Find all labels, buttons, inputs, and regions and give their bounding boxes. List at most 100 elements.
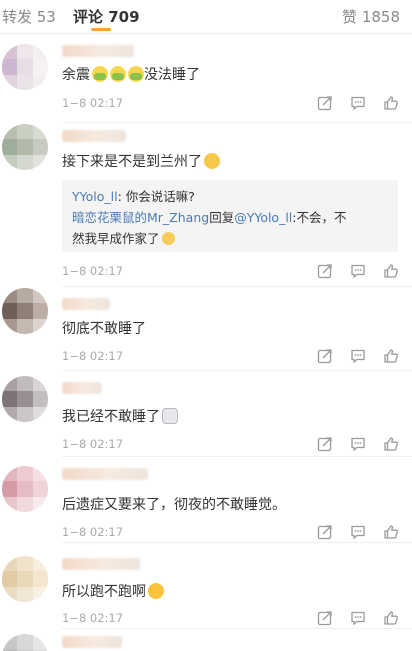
- avatar-pixel: [2, 496, 18, 512]
- comment-time: 1−8 02:17: [62, 525, 124, 539]
- share-icon[interactable]: [317, 348, 333, 364]
- comment-time: 1−8 02:17: [62, 96, 124, 110]
- blurred-username[interactable]: [62, 558, 140, 570]
- sick-face-icon: [92, 66, 108, 82]
- avatar-pixel: [2, 303, 18, 319]
- share-icon[interactable]: [317, 610, 333, 626]
- comment-item: [0, 630, 412, 651]
- blurred-username[interactable]: [62, 382, 102, 394]
- blurred-username[interactable]: [62, 45, 134, 57]
- avatar[interactable]: [2, 466, 48, 512]
- blurred-username[interactable]: [62, 298, 110, 310]
- blurred-username[interactable]: [62, 130, 126, 142]
- avatar-pixel: [32, 391, 48, 407]
- avatar-pixel: [2, 466, 18, 482]
- avatar-pixel: [2, 391, 18, 407]
- avatar-pixel: [17, 74, 33, 90]
- reply-icon[interactable]: [350, 263, 366, 279]
- avatar-pixel: [32, 139, 48, 155]
- comment-item: 后遗症又要来了，彻夜的不敢睡觉。 1−8 02:17: [0, 458, 412, 544]
- avatar[interactable]: [2, 634, 48, 651]
- comment-text: 彻底不敢睡了: [62, 321, 146, 337]
- avatar-pixel: [2, 124, 18, 140]
- like-icon[interactable]: [383, 95, 399, 111]
- sick-face-icon: [110, 66, 126, 82]
- laughing-face-icon: [148, 583, 164, 599]
- like-icon[interactable]: [383, 348, 399, 364]
- comment-time: 1−8 02:17: [62, 611, 124, 625]
- avatar-pixel: [17, 124, 33, 140]
- avatar-pixel: [32, 571, 48, 587]
- reply-line-1: YYolo_ll: 你会说话嘛?: [72, 189, 195, 204]
- comment-actions-row: 1−8 02:17: [0, 262, 412, 288]
- like-icon[interactable]: [383, 524, 399, 540]
- share-icon[interactable]: [317, 524, 333, 540]
- quoted-reply-box[interactable]: YYolo_ll: 你会说话嘛? 暗恋花栗鼠的Mr_Zhang回复@YYolo_…: [62, 180, 398, 252]
- avatar-pixel: [17, 481, 33, 497]
- avatar-pixel: [2, 556, 18, 572]
- avatar-pixel: [32, 59, 48, 75]
- share-icon[interactable]: [317, 436, 333, 452]
- reply-icon[interactable]: [350, 436, 366, 452]
- avatar-pixel: [17, 139, 33, 155]
- avatar[interactable]: [2, 44, 48, 90]
- comment-text: 后遗症又要来了，彻夜的不敢睡觉。: [62, 497, 286, 513]
- blush-face-icon: [161, 232, 175, 245]
- avatar-pixel: [17, 288, 33, 304]
- comment-divider: [62, 542, 412, 543]
- avatar-pixel: [17, 556, 33, 572]
- comment-item: 我已经不敢睡了 1−8 02:17: [0, 372, 412, 458]
- reply-line-2: 暗恋花栗鼠的Mr_Zhang回复@YYolo_ll:不会，不: [72, 210, 347, 225]
- comment-divider: [62, 370, 412, 371]
- comment-divider: [62, 286, 412, 287]
- avatar[interactable]: [2, 376, 48, 422]
- comment-time: 1−8 02:17: [62, 264, 124, 278]
- avatar-pixel: [17, 496, 33, 512]
- avatar-pixel: [17, 376, 33, 392]
- avatar-pixel: [17, 466, 33, 482]
- reply-icon[interactable]: [350, 95, 366, 111]
- reply-user-link[interactable]: 暗恋花栗鼠的Mr_Zhang: [72, 210, 209, 225]
- reply-icon[interactable]: [350, 524, 366, 540]
- avatar-pixel: [2, 44, 18, 60]
- avatar-pixel: [2, 288, 18, 304]
- avatar-pixel: [2, 406, 18, 422]
- avatar-pixel: [32, 44, 48, 60]
- crying-cat-icon: [162, 408, 178, 424]
- reply-line-3: 然我早成作家了: [72, 228, 175, 247]
- reply-user-link[interactable]: YYolo_ll: [72, 189, 118, 204]
- avatar-pixel: [32, 318, 48, 334]
- avatar[interactable]: [2, 556, 48, 602]
- avatar-pixel: [17, 571, 33, 587]
- avatar-pixel: [2, 586, 18, 602]
- tab-like[interactable]: 赞 1858: [342, 6, 400, 27]
- avatar-pixel: [32, 124, 48, 140]
- blurred-username[interactable]: [62, 468, 148, 480]
- avatar[interactable]: [2, 288, 48, 334]
- like-icon[interactable]: [383, 436, 399, 452]
- share-icon[interactable]: [317, 95, 333, 111]
- blurred-username[interactable]: [62, 636, 122, 648]
- avatar-pixel: [32, 496, 48, 512]
- tab-comment[interactable]: 评论 709: [73, 6, 140, 27]
- avatar-pixel: [32, 303, 48, 319]
- like-icon[interactable]: [383, 263, 399, 279]
- comment-item: 余震 没法睡了 1−8 02:17: [0, 34, 412, 124]
- avatar-pixel: [32, 154, 48, 170]
- avatar-pixel: [32, 466, 48, 482]
- comment-tab-bar: 转发 53 评论 709 赞 1858: [0, 0, 412, 34]
- avatar-pixel: [32, 376, 48, 392]
- avatar-pixel: [32, 481, 48, 497]
- comment-text: 我已经不敢睡了: [62, 406, 178, 426]
- reply-icon[interactable]: [350, 348, 366, 364]
- mention-link[interactable]: @YYolo_ll: [234, 210, 292, 225]
- avatar[interactable]: [2, 124, 48, 170]
- reply-icon[interactable]: [350, 610, 366, 626]
- like-icon[interactable]: [383, 610, 399, 626]
- avatar-pixel: [17, 406, 33, 422]
- share-icon[interactable]: [317, 263, 333, 279]
- comment-item: 彻底不敢睡了 1−8 02:17: [0, 288, 412, 372]
- avatar-pixel: [32, 406, 48, 422]
- tab-repost[interactable]: 转发 53: [2, 6, 56, 27]
- avatar-pixel: [2, 376, 18, 392]
